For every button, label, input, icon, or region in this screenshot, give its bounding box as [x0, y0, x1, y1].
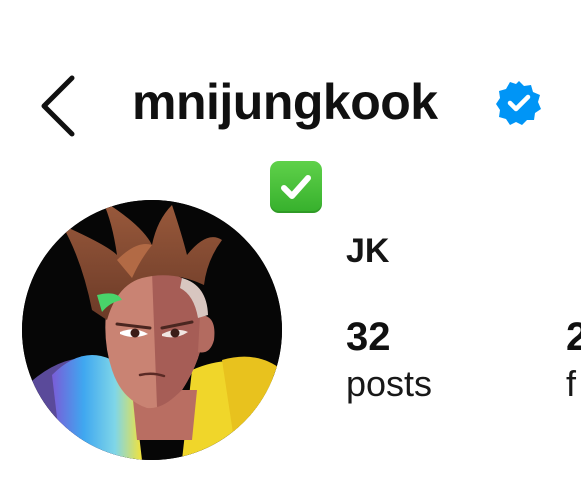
- display-name: JK: [346, 232, 390, 270]
- check-mark-emoji-icon: [270, 161, 322, 213]
- avatar-illustration: [22, 200, 282, 460]
- back-button[interactable]: [34, 74, 84, 138]
- followers-stat[interactable]: 2 f: [566, 312, 581, 406]
- profile-username: mnijungkook: [132, 74, 438, 130]
- posts-stat[interactable]: 32 posts: [346, 312, 432, 406]
- profile-screen: mnijungkook JK 32 posts 2 f: [0, 0, 581, 483]
- verified-badge-icon: [495, 79, 543, 127]
- followers-count: 2: [566, 315, 581, 359]
- followers-label: f: [566, 363, 577, 404]
- chevron-left-icon: [41, 75, 75, 137]
- posts-label: posts: [346, 363, 433, 404]
- profile-avatar[interactable]: [22, 200, 282, 460]
- posts-count: 32: [346, 315, 391, 359]
